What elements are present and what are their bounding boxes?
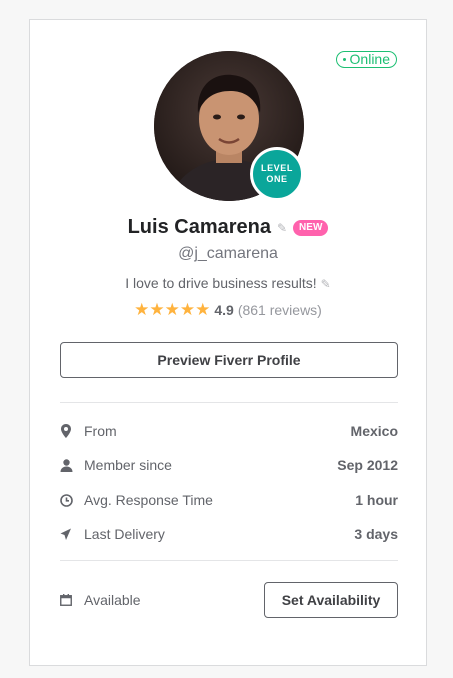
set-availability-button[interactable]: Set Availability xyxy=(264,582,398,618)
calendar-icon xyxy=(60,594,84,606)
online-dot-icon xyxy=(342,58,346,61)
send-icon xyxy=(60,528,84,541)
info-value-member-since: Sep 2012 xyxy=(337,457,398,473)
location-pin-icon xyxy=(60,424,84,438)
star-rating-icon: ★★★★★ xyxy=(134,300,211,319)
info-value-response-time: 1 hour xyxy=(355,492,398,508)
info-label-member-since: Member since xyxy=(84,457,172,473)
seller-username: @j_camarena xyxy=(178,245,278,262)
online-status-badge: Online xyxy=(335,51,397,68)
rating-score: 4.9 xyxy=(214,302,234,318)
info-row-last-delivery: Last Delivery 3 days xyxy=(60,524,398,544)
info-value-from: Mexico xyxy=(350,423,398,439)
info-row-from: From Mexico xyxy=(60,421,398,441)
info-row-member-since: Member since Sep 2012 xyxy=(60,455,398,475)
info-label-last-delivery: Last Delivery xyxy=(84,526,165,542)
edit-tagline-pencil-icon[interactable]: ✎ xyxy=(321,277,331,291)
edit-name-pencil-icon[interactable]: ✎ xyxy=(277,221,287,235)
info-label-from: From xyxy=(84,423,117,439)
level-badge-line1: LEVEL xyxy=(260,163,293,173)
preview-profile-button[interactable]: Preview Fiverr Profile xyxy=(60,342,398,378)
availability-label: Available xyxy=(84,592,141,608)
clock-icon xyxy=(60,493,84,507)
seller-tagline: I love to drive business results! xyxy=(125,275,317,291)
divider xyxy=(60,402,398,403)
info-row-response-time: Avg. Response Time 1 hour xyxy=(60,490,398,510)
online-status-label: Online xyxy=(349,51,390,67)
level-badge-line2: ONE xyxy=(266,174,288,184)
divider xyxy=(60,560,398,561)
tagline-row: I love to drive business results! ✎ xyxy=(30,275,426,291)
seller-level-badge: LEVEL ONE xyxy=(250,147,304,201)
availability-row: Available Set Availability xyxy=(60,582,398,618)
info-value-last-delivery: 3 days xyxy=(354,526,398,542)
seller-name: Luis Camarena xyxy=(127,216,271,238)
name-row: Luis Camarena ✎ NEW xyxy=(30,216,426,239)
seller-card: Online LEVEL ONE Luis Camarena ✎ NEW @j_… xyxy=(29,19,427,666)
review-count[interactable]: (861 reviews) xyxy=(238,302,322,318)
rating-row: ★★★★★ 4.9 (861 reviews) xyxy=(30,300,426,320)
new-seller-badge: NEW xyxy=(293,219,329,236)
user-icon xyxy=(60,458,84,472)
info-label-response-time: Avg. Response Time xyxy=(84,492,213,508)
